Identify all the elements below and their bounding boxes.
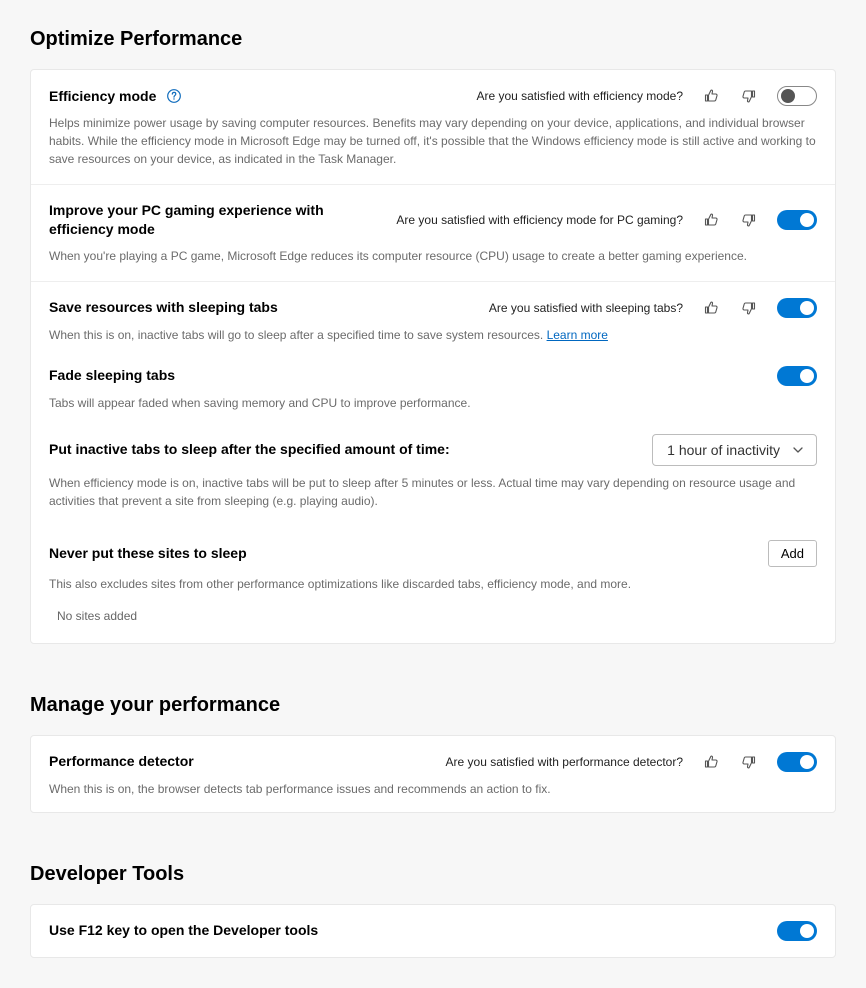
sleeping-tabs-toggle[interactable]: [777, 298, 817, 318]
setting-efficiency-mode: Efficiency mode Are you satisfied with e…: [31, 70, 835, 185]
fade-sleeping-tabs-toggle[interactable]: [777, 366, 817, 386]
f12-devtools-title: Use F12 key to open the Developer tools: [49, 921, 318, 940]
setting-save-resources-sleeping-tabs: Save resources with sleeping tabs Are yo…: [49, 298, 817, 344]
inactive-sleep-time-title: Put inactive tabs to sleep after the spe…: [49, 440, 450, 459]
never-sleep-title: Never put these sites to sleep: [49, 544, 247, 563]
pc-gaming-description: When you're playing a PC game, Microsoft…: [49, 247, 817, 265]
section-heading-optimize: Optimize Performance: [30, 28, 836, 51]
inactive-sleep-time-dropdown[interactable]: 1 hour of inactivity: [652, 434, 817, 466]
never-sleep-description: This also excludes sites from other perf…: [49, 575, 817, 593]
efficiency-mode-toggle[interactable]: [777, 86, 817, 106]
section-heading-devtools: Developer Tools: [30, 863, 836, 886]
never-sleep-empty-message: No sites added: [49, 593, 817, 627]
thumbs-down-icon[interactable]: [739, 86, 759, 106]
manage-performance-card: Performance detector Are you satisfied w…: [30, 735, 836, 813]
thumbs-up-icon[interactable]: [701, 298, 721, 318]
sleeping-tabs-description-text: When this is on, inactive tabs will go t…: [49, 328, 547, 342]
inactive-sleep-time-description: When efficiency mode is on, inactive tab…: [49, 474, 817, 510]
developer-tools-card: Use F12 key to open the Developer tools: [30, 904, 836, 958]
efficiency-mode-title: Efficiency mode: [49, 87, 156, 106]
performance-detector-feedback-question: Are you satisfied with performance detec…: [446, 755, 683, 769]
setting-performance-detector: Performance detector Are you satisfied w…: [31, 736, 835, 812]
fade-sleeping-tabs-description: Tabs will appear faded when saving memor…: [49, 394, 817, 412]
setting-inactive-sleep-time: Put inactive tabs to sleep after the spe…: [49, 434, 817, 510]
section-heading-manage: Manage your performance: [30, 694, 836, 717]
inactive-sleep-time-selected: 1 hour of inactivity: [667, 442, 780, 458]
optimize-performance-card: Efficiency mode Are you satisfied with e…: [30, 69, 836, 644]
sleeping-tabs-description: When this is on, inactive tabs will go t…: [49, 326, 817, 344]
efficiency-mode-description: Helps minimize power usage by saving com…: [49, 114, 817, 168]
help-icon[interactable]: [166, 88, 182, 104]
chevron-down-icon: [792, 444, 804, 456]
pc-gaming-title: Improve your PC gaming experience with e…: [49, 201, 382, 239]
pc-gaming-toggle[interactable]: [777, 210, 817, 230]
thumbs-down-icon[interactable]: [739, 752, 759, 772]
efficiency-feedback-question: Are you satisfied with efficiency mode?: [476, 89, 683, 103]
setting-sleeping-tabs-group: Save resources with sleeping tabs Are yo…: [31, 282, 835, 643]
performance-detector-title: Performance detector: [49, 752, 194, 771]
thumbs-down-icon[interactable]: [739, 298, 759, 318]
setting-never-sleep-sites: Never put these sites to sleep Add This …: [49, 540, 817, 627]
thumbs-down-icon[interactable]: [739, 210, 759, 230]
fade-sleeping-tabs-title: Fade sleeping tabs: [49, 366, 175, 385]
thumbs-up-icon[interactable]: [701, 210, 721, 230]
add-site-button[interactable]: Add: [768, 540, 817, 567]
f12-devtools-toggle[interactable]: [777, 921, 817, 941]
setting-pc-gaming-efficiency: Improve your PC gaming experience with e…: [31, 185, 835, 282]
pc-gaming-feedback-question: Are you satisfied with efficiency mode f…: [396, 213, 683, 227]
thumbs-up-icon[interactable]: [701, 752, 721, 772]
sleeping-tabs-title: Save resources with sleeping tabs: [49, 298, 278, 317]
sleeping-tabs-feedback-question: Are you satisfied with sleeping tabs?: [489, 301, 683, 315]
setting-f12-devtools: Use F12 key to open the Developer tools: [31, 905, 835, 957]
learn-more-link[interactable]: Learn more: [547, 328, 608, 342]
performance-detector-description: When this is on, the browser detects tab…: [49, 780, 817, 798]
setting-fade-sleeping-tabs: Fade sleeping tabs Tabs will appear fade…: [49, 366, 817, 412]
thumbs-up-icon[interactable]: [701, 86, 721, 106]
performance-detector-toggle[interactable]: [777, 752, 817, 772]
